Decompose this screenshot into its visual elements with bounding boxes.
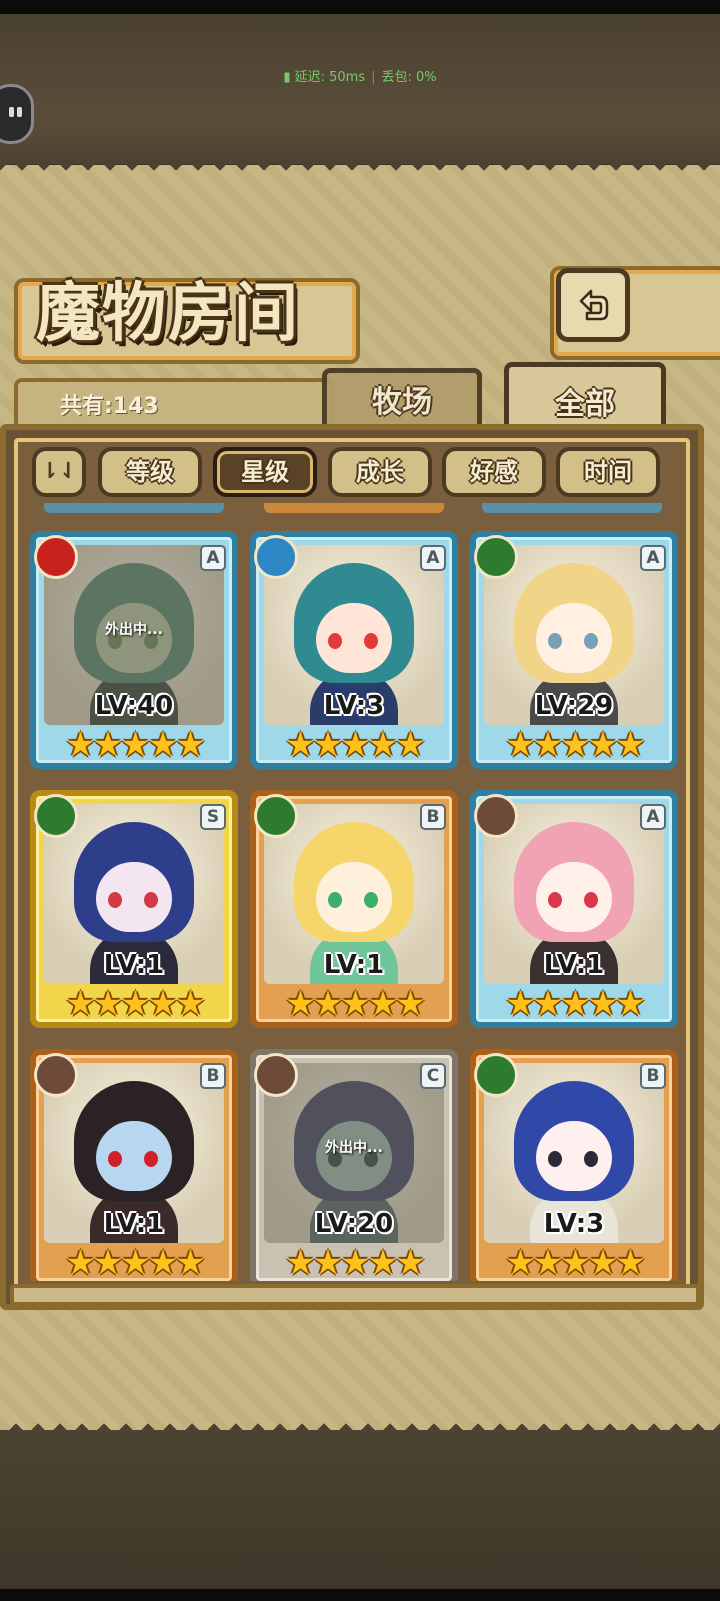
portrait-eye-left xyxy=(108,1151,122,1167)
portrait-eye-right xyxy=(144,892,158,908)
monster-card[interactable]: 外出中... A LV:40 ★★★★★ xyxy=(30,531,238,769)
filter-affection-button[interactable]: 好感 xyxy=(442,447,546,497)
leaf-icon xyxy=(34,794,78,838)
leaf-icon xyxy=(254,794,298,838)
star-rating: ★★★★★ xyxy=(505,1243,645,1281)
rank-badge: S xyxy=(200,804,226,830)
signal-icon: ▮ xyxy=(283,70,291,85)
rank-badge: A xyxy=(420,545,446,571)
navigation-bar xyxy=(0,1589,720,1601)
away-status: 外出中... xyxy=(105,622,163,638)
level-label: LV:3 xyxy=(323,691,385,721)
filter-time-button[interactable]: 时间 xyxy=(556,447,660,497)
level-label: LV:20 xyxy=(314,1209,394,1239)
portrait-eye-right xyxy=(584,1151,598,1167)
portrait-eye-right xyxy=(144,1151,158,1167)
monster-count: 共有:143 xyxy=(60,394,159,419)
level-label: LV:3 xyxy=(543,1209,605,1239)
status-bar xyxy=(0,0,720,14)
level-label: LV:1 xyxy=(103,1209,165,1239)
monster-card[interactable]: A LV:1 ★★★★★ xyxy=(470,790,678,1028)
monster-card[interactable]: A LV:29 ★★★★★ xyxy=(470,531,678,769)
mountain-icon xyxy=(474,794,518,838)
latency-text: 延迟: 50ms xyxy=(294,70,366,85)
monster-card[interactable]: A LV:3 ★★★★★ xyxy=(250,531,458,769)
star-rating: ★★★★★ xyxy=(285,725,425,765)
star-rating: ★★★★★ xyxy=(65,725,205,765)
map-background-top xyxy=(0,14,720,164)
filter-growth-button[interactable]: 成长 xyxy=(328,447,432,497)
rank-badge: B xyxy=(200,1063,226,1089)
wave-icon xyxy=(254,535,298,579)
star-rating: ★★★★★ xyxy=(285,984,425,1024)
monster-card[interactable]: B LV:1 ★★★★★ xyxy=(30,1049,238,1281)
portrait-eye-left xyxy=(108,892,122,908)
map-background-bottom xyxy=(0,1430,720,1590)
mountain-icon xyxy=(254,1053,298,1097)
leaf-icon xyxy=(474,535,518,579)
sort-filter-row: ⇂⇃ 等级 星级 成长 好感 时间 xyxy=(30,447,680,499)
monster-card[interactable]: B LV:3 ★★★★★ xyxy=(470,1049,678,1281)
level-label: LV:1 xyxy=(543,950,605,980)
monster-card[interactable]: 外出中... C LV:20 ★★★★★ xyxy=(250,1049,458,1281)
rank-badge: B xyxy=(420,804,446,830)
portrait-eye-left xyxy=(328,633,342,649)
level-label: LV:29 xyxy=(534,691,614,721)
rank-badge: C xyxy=(420,1063,446,1089)
portrait-eye-left xyxy=(548,633,562,649)
portrait-eye-left xyxy=(548,1151,562,1167)
monster-card[interactable]: S LV:1 ★★★★★ xyxy=(30,790,238,1028)
floating-assistant-button[interactable] xyxy=(0,84,34,144)
star-rating: ★★★★★ xyxy=(505,725,645,765)
page-title: 魔物房间 xyxy=(36,276,300,351)
monster-card[interactable]: B LV:1 ★★★★★ xyxy=(250,790,458,1028)
network-status: ▮ 延迟: 50ms | 丢包: 0% xyxy=(283,70,437,85)
list-bottom-rail xyxy=(10,1284,700,1306)
level-label: LV:1 xyxy=(103,950,165,980)
portrait-eye-right xyxy=(364,633,378,649)
tab-ranch[interactable]: 牧场 xyxy=(322,368,482,430)
portrait-eye-right xyxy=(584,892,598,908)
star-rating: ★★★★★ xyxy=(285,1243,425,1281)
back-button[interactable] xyxy=(556,268,630,342)
star-rating: ★★★★★ xyxy=(65,1243,205,1281)
level-label: LV:1 xyxy=(323,950,385,980)
leaf-icon xyxy=(474,1053,518,1097)
rank-badge: A xyxy=(640,804,666,830)
filter-level-button[interactable]: 等级 xyxy=(98,447,202,497)
flame-icon xyxy=(34,535,78,579)
packet-loss-text: 丢包: 0% xyxy=(381,70,437,85)
rank-badge: A xyxy=(640,545,666,571)
panel-edge-top xyxy=(0,160,720,176)
rank-badge: A xyxy=(200,545,226,571)
rank-badge: B xyxy=(640,1063,666,1089)
star-rating: ★★★★★ xyxy=(65,984,205,1024)
return-arrow-icon xyxy=(579,289,609,321)
sort-order-toggle[interactable]: ⇂⇃ xyxy=(32,447,86,497)
away-status: 外出中... xyxy=(325,1140,383,1156)
filter-star-button[interactable]: 星级 xyxy=(213,447,317,497)
portrait-eye-right xyxy=(364,892,378,908)
star-rating: ★★★★★ xyxy=(505,984,645,1024)
portrait-eye-left xyxy=(548,892,562,908)
portrait-eye-right xyxy=(584,633,598,649)
portrait-eye-left xyxy=(328,892,342,908)
monster-grid[interactable]: 外出中... A LV:40 ★★★★★ A LV:3 ★★★★★ A LV:29 ★★★★★ S L… xyxy=(30,503,680,1281)
mountain-icon xyxy=(34,1053,78,1097)
level-label: LV:40 xyxy=(94,691,174,721)
